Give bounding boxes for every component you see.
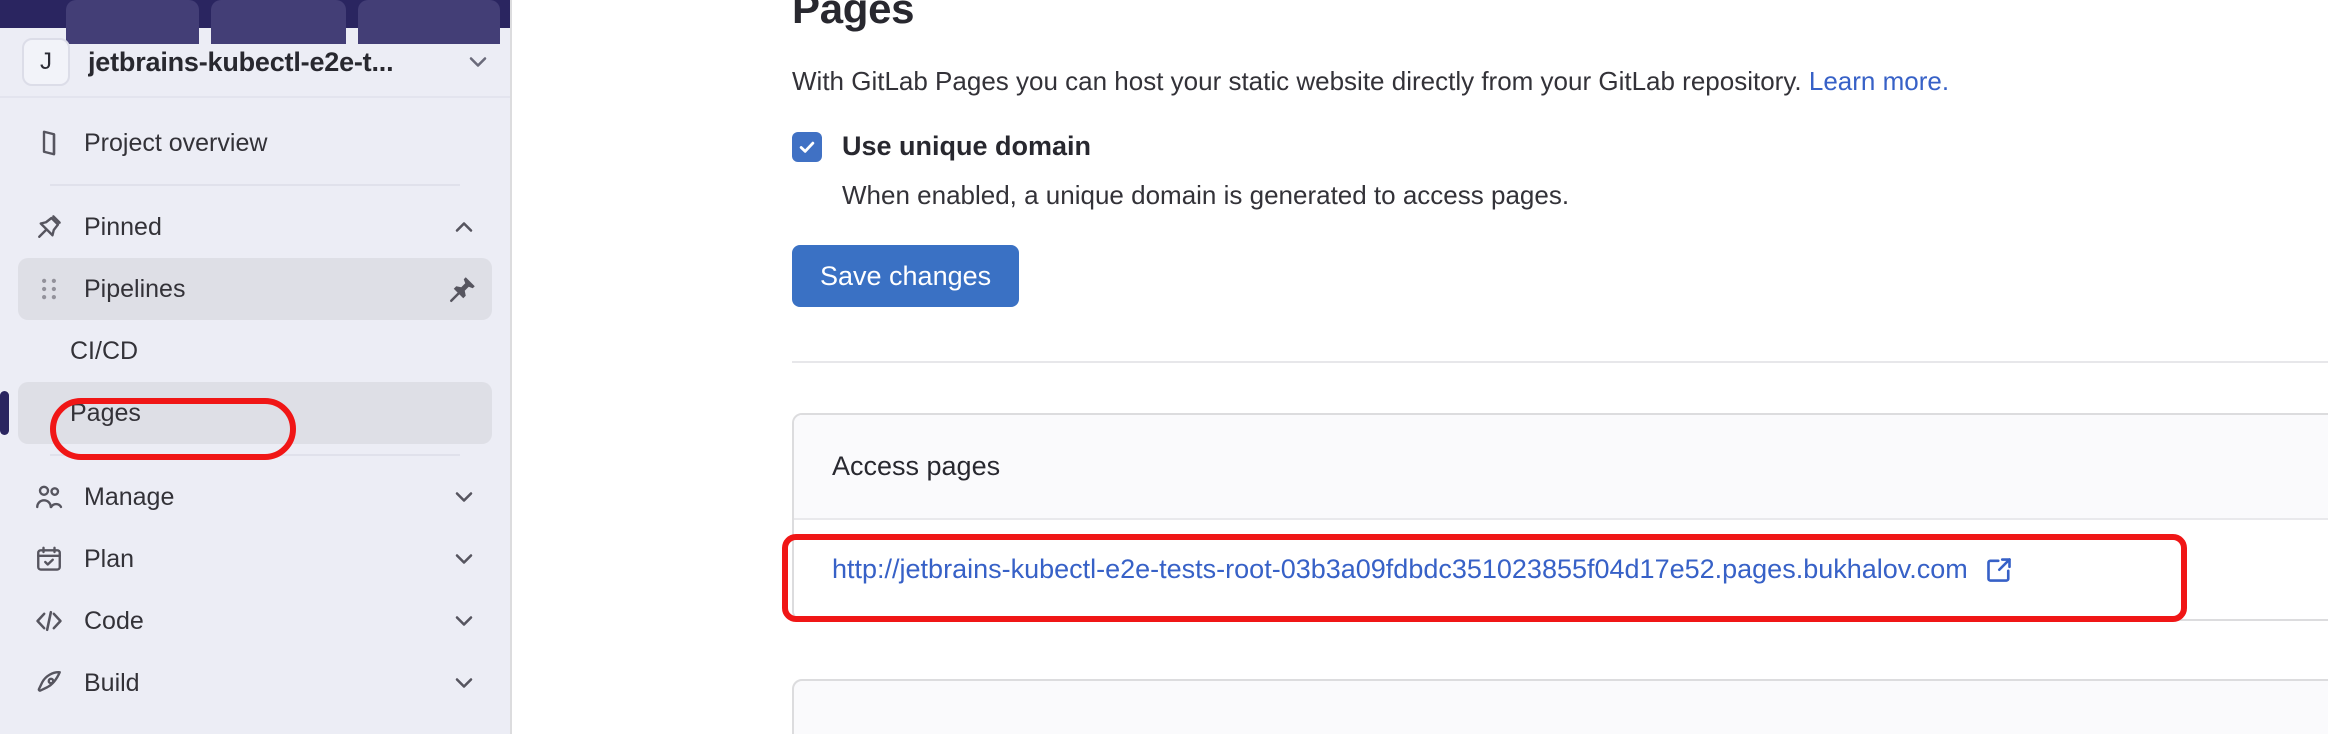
- code-icon: [32, 604, 66, 638]
- sidebar-item-label: Plan: [84, 544, 135, 573]
- sidebar-item-label: Pages: [70, 398, 141, 427]
- page-description-text: With GitLab Pages you can host your stat…: [792, 66, 1802, 96]
- sidebar-item-label: Pipelines: [84, 274, 186, 303]
- section-divider: [792, 361, 2328, 363]
- gitlab-pages-settings-screen: J jetbrains-kubectl-e2e-t... Project ove…: [0, 0, 2328, 734]
- access-pages-url-link[interactable]: http://jetbrains-kubectl-e2e-tests-root-…: [832, 554, 1968, 585]
- use-unique-domain-checkbox[interactable]: [792, 131, 822, 162]
- chevron-down-icon[interactable]: [464, 48, 492, 76]
- learn-more-link[interactable]: Learn more.: [1809, 66, 1949, 96]
- sidebar-section-code[interactable]: Code: [18, 590, 492, 652]
- sidebar-divider-2: [18, 444, 492, 466]
- rocket-icon: [32, 666, 66, 700]
- pin-filled-icon[interactable]: [448, 274, 478, 304]
- top-nav-chip-3[interactable]: [357, 0, 501, 44]
- use-unique-domain-help: When enabled, a unique domain is generat…: [842, 180, 1570, 210]
- sidebar-item-label: Pinned: [84, 212, 162, 241]
- sidebar-item-label: CI/CD: [70, 336, 139, 365]
- use-unique-domain-label: Use unique domain: [842, 131, 1092, 161]
- sidebar-section-manage[interactable]: Manage: [18, 466, 492, 528]
- access-pages-url-row: http://jetbrains-kubectl-e2e-tests-root-…: [832, 554, 2328, 585]
- page-title: Pages: [792, 0, 915, 32]
- project-name: jetbrains-kubectl-e2e-t...: [88, 46, 394, 77]
- sidebar-item-project-overview[interactable]: Project overview: [18, 112, 492, 174]
- chevron-down-icon[interactable]: [450, 483, 478, 511]
- sidebar-item-label: Manage: [84, 482, 175, 511]
- chevron-down-icon[interactable]: [450, 607, 478, 635]
- sidebar-nav: Project overview Pinned Pipelines CI/CD …: [0, 98, 510, 714]
- sidebar-section-build[interactable]: Build: [18, 652, 492, 714]
- page-description: With GitLab Pages you can host your stat…: [792, 66, 2328, 97]
- calendar-icon: [32, 542, 66, 576]
- project-overview-icon: [32, 126, 66, 160]
- chevron-down-icon[interactable]: [450, 545, 478, 573]
- project-avatar: J: [22, 38, 70, 86]
- top-nav-chip-1[interactable]: [66, 0, 199, 44]
- main-content: Pages With GitLab Pages you can host you…: [512, 0, 2328, 734]
- access-pages-card-body: http://jetbrains-kubectl-e2e-tests-root-…: [794, 520, 2328, 619]
- sidebar-section-pinned[interactable]: Pinned: [18, 196, 492, 258]
- sidebar-item-label: Build: [84, 668, 140, 697]
- access-pages-card: Access pages http://jetbrains-kubectl-e2…: [792, 413, 2328, 621]
- sidebar-item-pipelines[interactable]: Pipelines: [18, 258, 492, 320]
- sidebar-divider-1: [18, 174, 492, 196]
- access-pages-card-header: Access pages: [794, 415, 2328, 520]
- sidebar-section-plan[interactable]: Plan: [18, 528, 492, 590]
- use-unique-domain-row[interactable]: Use unique domain: [792, 131, 2328, 162]
- chevron-down-icon[interactable]: [450, 669, 478, 697]
- external-link-icon[interactable]: [1984, 555, 2014, 585]
- save-changes-button[interactable]: Save changes: [792, 245, 1020, 307]
- project-sidebar: J jetbrains-kubectl-e2e-t... Project ove…: [0, 0, 512, 734]
- sidebar-item-label: Code: [84, 606, 144, 635]
- sidebar-item-label: Project overview: [84, 128, 268, 157]
- next-card-partial: [792, 679, 2328, 734]
- chevron-up-icon[interactable]: [450, 213, 478, 241]
- sidebar-item-pages[interactable]: Pages: [0, 382, 492, 444]
- pin-icon: [32, 210, 66, 244]
- sidebar-item-cicd[interactable]: CI/CD: [18, 320, 492, 382]
- top-navigation-bar: [0, 0, 510, 44]
- top-nav-chip-2[interactable]: [210, 0, 346, 44]
- users-icon: [32, 480, 66, 514]
- drag-handle-icon[interactable]: [32, 272, 66, 306]
